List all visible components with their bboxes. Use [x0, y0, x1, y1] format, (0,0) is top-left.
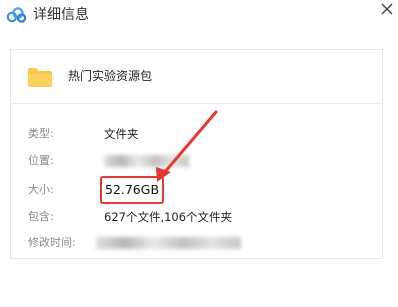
- detail-row-location: 位置:: [11, 152, 382, 172]
- window-title: 详细信息: [33, 7, 89, 23]
- cloud-icon: [6, 7, 27, 23]
- type-label: 类型:: [28, 127, 54, 140]
- file-name: 热门实验资源包: [68, 69, 153, 83]
- close-icon: [381, 3, 393, 15]
- contains-value: 627个文件,106个文件夹: [104, 210, 233, 224]
- location-label: 位置:: [28, 154, 54, 167]
- detail-row-type: 类型: 文件夹: [11, 125, 382, 145]
- type-value: 文件夹: [104, 127, 139, 141]
- window-titlebar: 详细信息: [0, 0, 398, 34]
- size-label: 大小:: [28, 183, 54, 196]
- folder-icon: [28, 68, 52, 87]
- modified-label: 修改时间:: [28, 236, 76, 249]
- location-value-redacted: [104, 155, 189, 167]
- contains-label: 包含:: [28, 210, 54, 223]
- file-header: 热门实验资源包: [11, 50, 382, 104]
- detail-row-modified: 修改时间:: [11, 234, 382, 254]
- close-button[interactable]: [378, 0, 396, 18]
- size-value: 52.76GB: [100, 176, 164, 204]
- detail-row-size: 大小: 52.76GB: [11, 176, 382, 204]
- modified-value-redacted: [96, 237, 241, 249]
- detail-row-contains: 包含: 627个文件,106个文件夹: [11, 208, 382, 228]
- details-panel: 热门实验资源包 类型: 文件夹 位置: 大小: 52.76GB 包含: 627个…: [10, 49, 383, 259]
